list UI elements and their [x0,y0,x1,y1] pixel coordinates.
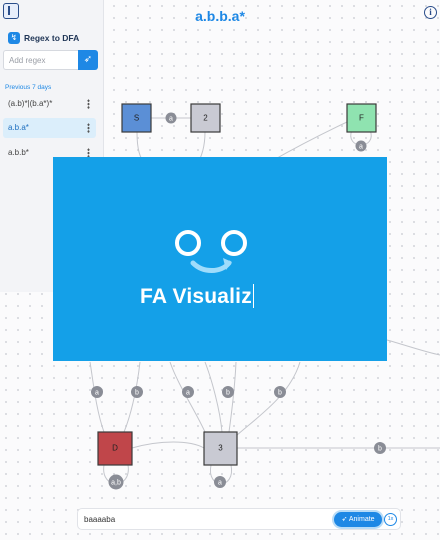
edge-label-to-d-a: a [91,386,103,398]
svg-text:a: a [218,479,222,486]
svg-text:b: b [278,389,282,396]
history-item[interactable]: (a.b)*|(b.a*)* [3,94,96,114]
svg-text:a: a [95,389,99,396]
brand: ↯ Regex to DFA [8,32,79,44]
edge-label-s-to-2: a [165,112,177,124]
state-2-label: 2 [203,114,208,123]
edge-to-3-b1 [204,361,223,433]
edge-label-to-3-a: a [182,386,194,398]
sidebar-toggle-icon[interactable] [3,3,19,19]
svg-text:b: b [226,389,230,396]
animate-button[interactable]: ➶ Animate [334,512,382,527]
history-heading: Previous 7 days [5,84,52,91]
regex-input[interactable] [3,50,78,70]
splash-overlay: FA Visualiz [53,157,387,361]
edge-3-to-d [131,441,205,449]
edge-label-to-3-b2: b [274,386,286,398]
history-item-label: a.b.b* [8,148,29,157]
svg-text:b: b [378,445,382,452]
rocket-icon: ➶ [83,54,93,65]
svg-text:b: b [135,389,139,396]
test-string-input[interactable] [84,511,324,528]
edge-label-3-to-right: b [374,442,386,454]
state-final-label: F [359,114,364,123]
edge-label-to-d-b: b [131,386,143,398]
fa-visualizer-logo-icon [175,230,247,273]
splash-title: FA Visualiz [140,284,254,308]
svg-text:a: a [186,389,190,396]
edge-label-d-loop: a,b [108,474,124,490]
history-item-active[interactable]: a.b.a* [3,118,96,138]
text-caret [252,284,254,308]
svg-text:a: a [359,143,363,150]
more-options-icon[interactable] [87,99,90,109]
submit-regex-button[interactable]: ➶ [78,50,98,70]
brand-label: Regex to DFA [24,33,80,43]
svg-text:a: a [169,115,173,122]
regex-input-group: ➶ [3,50,98,70]
state-start-label: S [134,114,139,123]
rocket-icon: ➶ [341,516,348,523]
edge-label-3-loop: a [214,476,226,488]
speed-toggle-button[interactable]: 1x [384,513,397,526]
state-dead-label: D [112,444,118,453]
test-string-bar: ➶ Animate 1x [77,508,401,530]
history-item-label: a.b.a* [8,123,29,132]
state-3-label: 3 [218,444,223,453]
edge-right-long [386,339,440,356]
more-options-icon[interactable] [87,123,90,133]
edge-label-to-3-b1: b [222,386,234,398]
svg-text:a,b: a,b [111,479,121,486]
edge-to-3-b3 [235,361,301,437]
animate-label: Animate [348,516,375,523]
edge-to-f [269,121,348,163]
history-item-label: (a.b)*|(b.a*)* [8,99,53,108]
info-icon[interactable]: i [424,6,437,19]
edge-label-f-loop: a [355,140,367,152]
brand-logo-icon: ↯ [8,32,20,44]
